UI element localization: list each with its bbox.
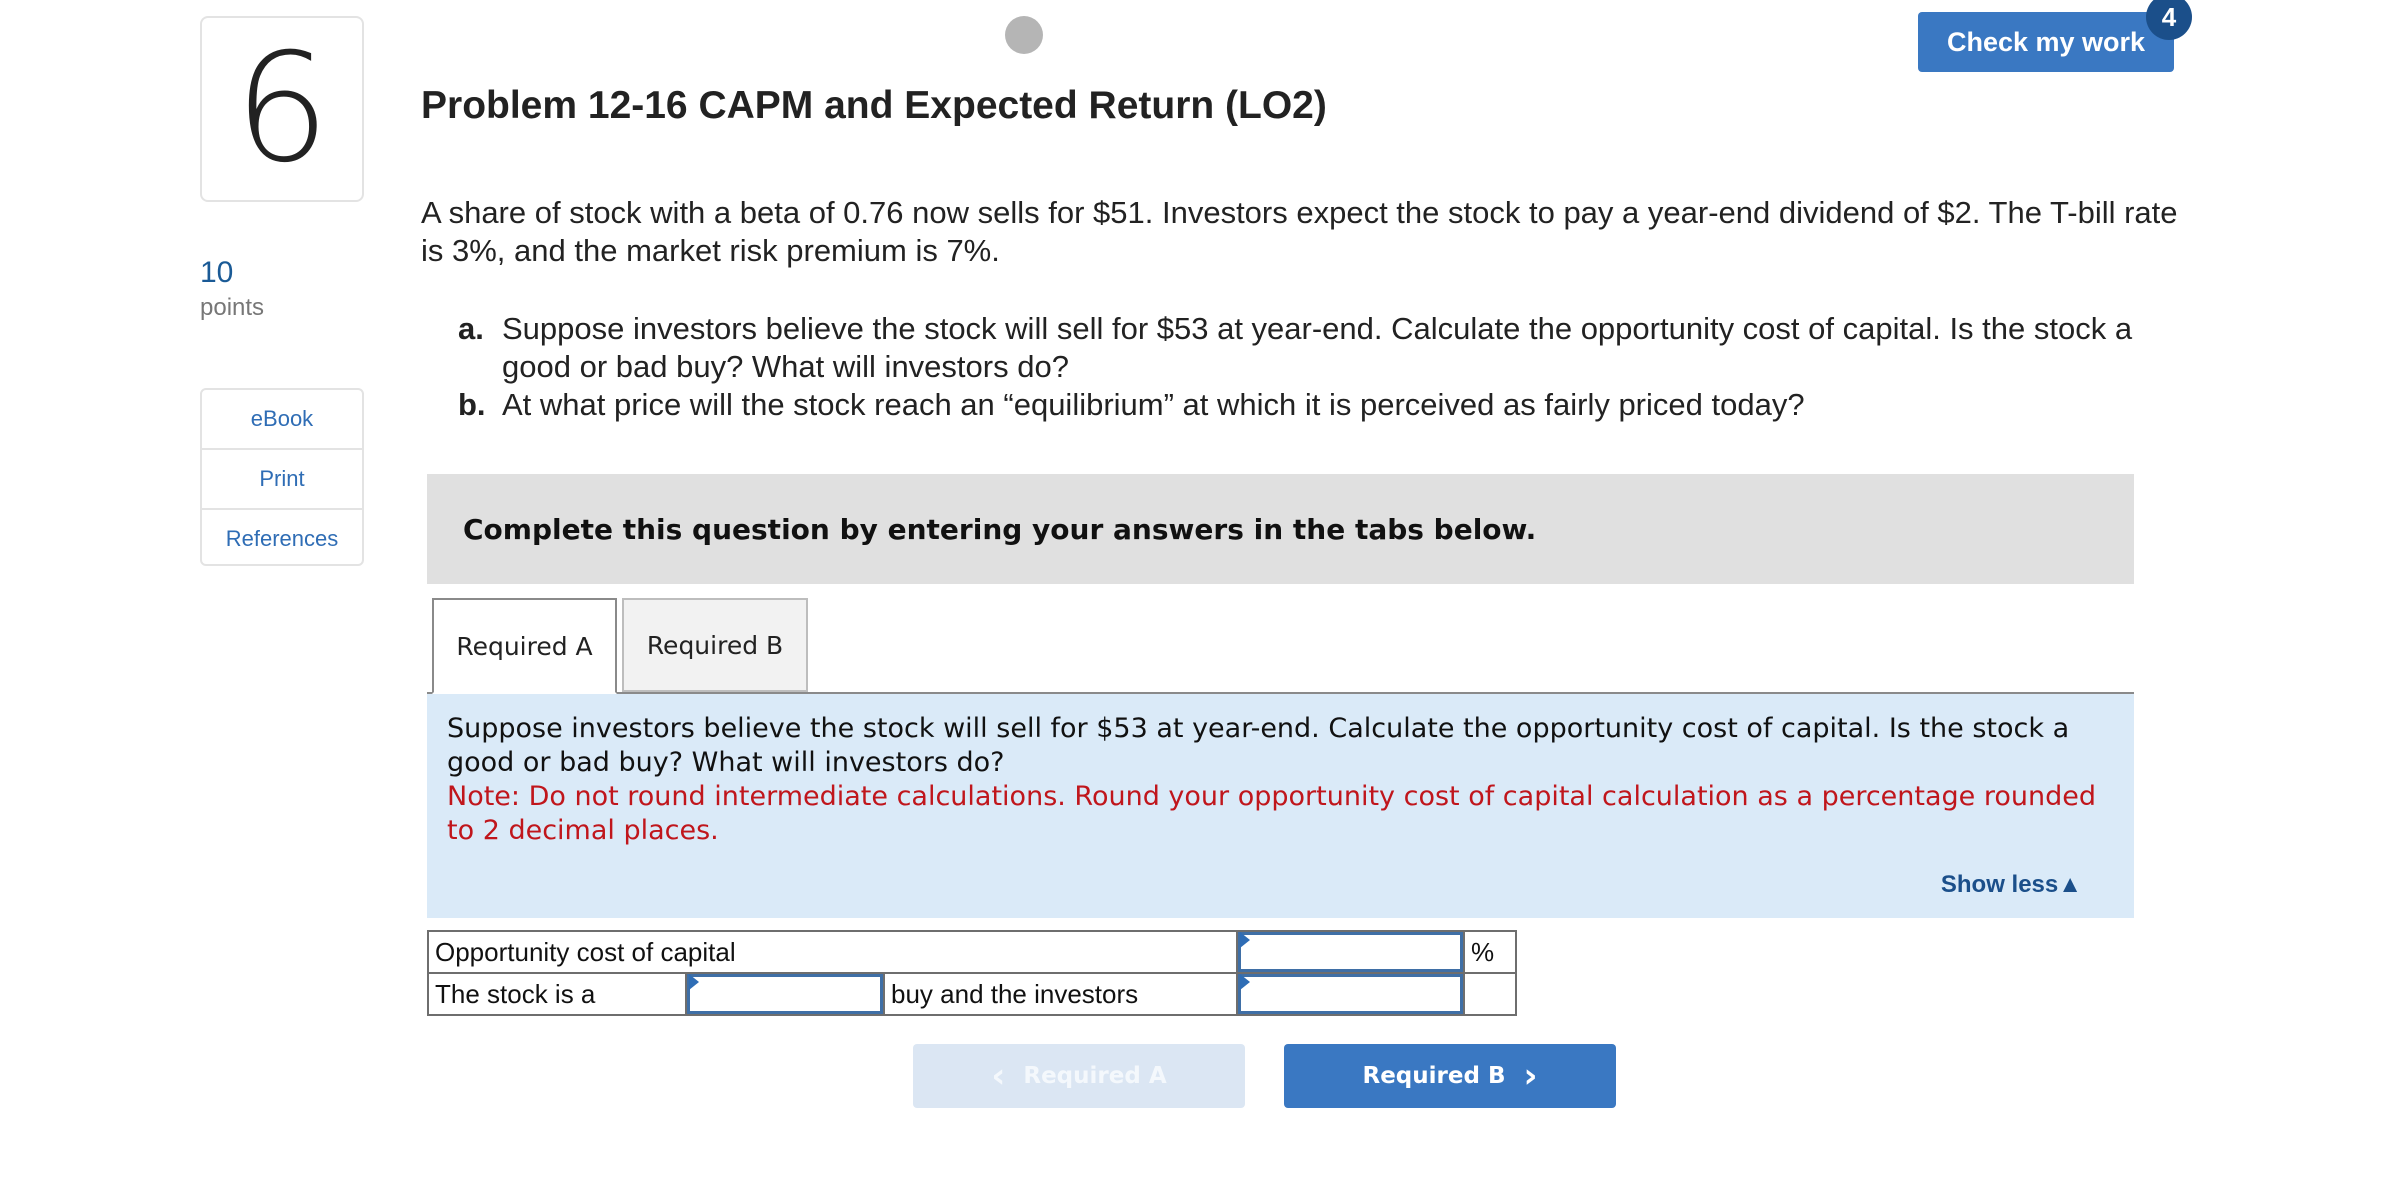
references-link[interactable]: References [202, 510, 362, 568]
triangle-up-icon: ▲ [2058, 871, 2082, 898]
investor-action-cell [1236, 972, 1465, 1016]
investor-action-dropdown[interactable] [1238, 974, 1463, 1014]
stock-is-a-label: The stock is a [427, 972, 687, 1016]
next-required-b-button[interactable]: Required B › [1284, 1044, 1616, 1108]
points-block: 10 points [200, 256, 264, 322]
part-a-letter: a. [458, 311, 484, 346]
percent-unit: % [1463, 930, 1517, 974]
table-row: The stock is a buy and the investors [427, 972, 1517, 1016]
opportunity-cost-label: Opportunity cost of capital [427, 930, 1238, 974]
instructions-banner: Complete this question by entering your … [427, 474, 2134, 584]
tab-required-b[interactable]: Required B [622, 598, 808, 692]
side-links-panel: eBook Print References [200, 388, 364, 566]
buy-and-investors-label: buy and the investors [883, 972, 1238, 1016]
problem-title: Problem 12-16 CAPM and Expected Return (… [421, 84, 1327, 127]
prev-label: Required A [1023, 1063, 1167, 1089]
chevron-left-icon: ‹ [991, 1056, 1006, 1096]
instructions-text: Suppose investors believe the stock will… [447, 713, 2070, 778]
previous-required-a-button[interactable]: ‹ Required A [913, 1044, 1245, 1108]
chevron-right-icon: › [1523, 1056, 1538, 1096]
loading-dot-icon [1005, 16, 1043, 54]
ebook-link[interactable]: eBook [202, 390, 362, 450]
points-label: points [200, 294, 265, 321]
attempts-badge: 4 [2146, 0, 2192, 40]
question-instructions: Suppose investors believe the stock will… [427, 694, 2134, 918]
next-label: Required B [1362, 1063, 1506, 1089]
table-row: Opportunity cost of capital % [427, 930, 1517, 974]
opportunity-cost-input[interactable] [1238, 932, 1463, 972]
part-b: b. At what price will the stock reach an… [458, 386, 2178, 424]
part-b-text: At what price will the stock reach an “e… [502, 387, 1805, 422]
part-a-text: Suppose investors believe the stock will… [502, 311, 2133, 384]
part-a: a. Suppose investors believe the stock w… [458, 310, 2178, 386]
instructions-note: Note: Do not round intermediate calculat… [447, 781, 2097, 846]
opportunity-cost-cell [1236, 930, 1465, 974]
stock-buy-cell [685, 972, 885, 1016]
print-link[interactable]: Print [202, 450, 362, 510]
show-less-label: Show less [1940, 871, 2059, 898]
problem-parts: a. Suppose investors believe the stock w… [458, 310, 2178, 424]
points-value: 10 [200, 256, 234, 289]
stock-buy-dropdown[interactable] [687, 974, 883, 1014]
check-my-work-button[interactable]: Check my work [1918, 12, 2174, 72]
problem-intro: A share of stock with a beta of 0.76 now… [421, 195, 2178, 268]
input-marker-icon [689, 974, 699, 990]
answer-table: Opportunity cost of capital % The stock … [427, 930, 1517, 1016]
part-b-letter: b. [458, 387, 486, 422]
question-number: 6 [200, 16, 364, 202]
tab-required-a[interactable]: Required A [432, 598, 617, 694]
input-marker-icon [1240, 932, 1250, 948]
input-marker-icon [1240, 974, 1250, 990]
show-less-toggle[interactable]: Show less▲ [1941, 868, 2082, 902]
empty-cell [1463, 972, 1517, 1016]
